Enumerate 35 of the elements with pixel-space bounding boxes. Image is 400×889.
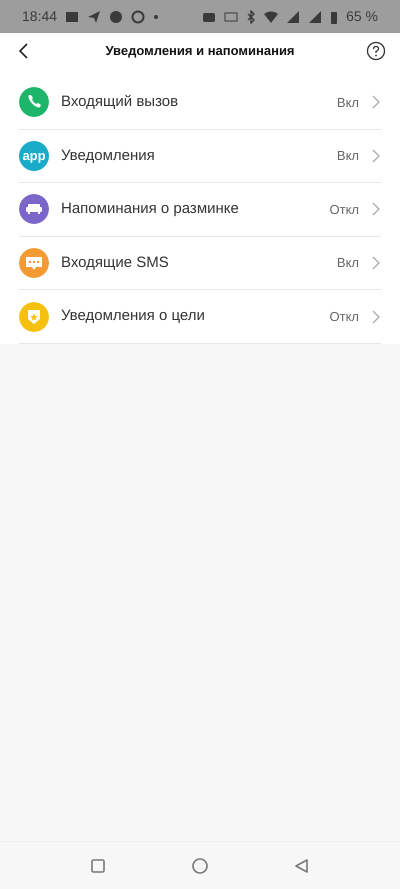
item-label: Входящие SMS	[61, 252, 170, 273]
list-item[interactable]: Напоминания о разминке Откл	[19, 183, 381, 237]
wifi-icon	[264, 10, 278, 24]
status-text: Откл	[330, 308, 359, 326]
status-text: Вкл	[336, 147, 359, 166]
recent-apps-icon[interactable]	[90, 858, 106, 874]
chevron-icon	[371, 201, 381, 218]
battery-text: 65 %	[346, 7, 378, 26]
list-item[interactable]: Входящие SMS Вкл	[19, 236, 381, 290]
home-icon[interactable]	[190, 856, 209, 874]
app-icon: app	[19, 140, 49, 171]
signal-icon	[286, 10, 300, 24]
status-text: Вкл	[336, 94, 359, 112]
time-text: 18:44	[22, 7, 58, 26]
chevron-icon	[371, 308, 381, 325]
bluetooth-icon	[246, 10, 256, 24]
back-nav-icon[interactable]	[294, 858, 310, 874]
item-label: Напоминания о разминке	[61, 199, 240, 220]
item-label: Уведомления	[61, 146, 156, 166]
chevron-icon	[371, 148, 381, 164]
status-text: Откл	[330, 200, 359, 219]
send-icon	[87, 10, 102, 24]
item-label: Входящий вызов	[61, 92, 180, 112]
battery-icon	[330, 10, 338, 24]
list-item[interactable]: Уведомления о цели Откл	[19, 290, 381, 344]
list-item[interactable]: app Уведомления Вкл	[19, 130, 381, 184]
item-label: Уведомления о цели	[61, 306, 206, 326]
help-icon[interactable]	[366, 40, 386, 60]
list-item[interactable]: Входящий вызов Вкл	[19, 76, 381, 130]
status-text: Вкл	[336, 254, 359, 272]
chevron-icon	[371, 94, 381, 110]
page-title: Уведомления и напоминания	[105, 42, 295, 60]
signal-icon	[308, 10, 322, 24]
dot-icon	[153, 14, 160, 20]
chevron-icon	[371, 255, 381, 272]
